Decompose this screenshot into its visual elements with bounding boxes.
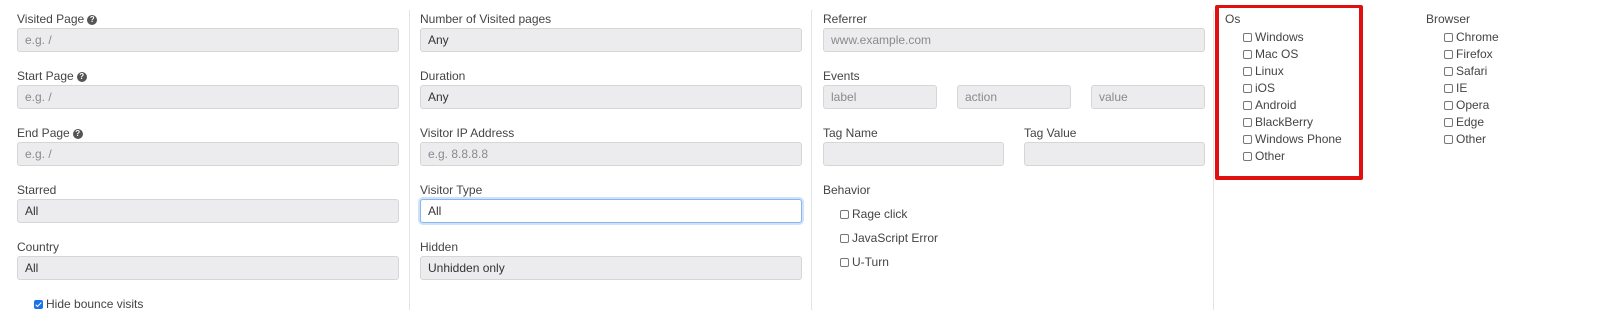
country-label: Country [17, 240, 60, 254]
num-visited-label: Number of Visited pages [420, 12, 552, 26]
checkbox-box[interactable] [840, 257, 849, 267]
checkbox-box[interactable] [1444, 134, 1453, 144]
checkbox-box[interactable] [1444, 117, 1453, 127]
visited-page-label: Visited Page? [17, 12, 98, 26]
browser-option-ie[interactable]: IE [1444, 81, 1467, 95]
hide-bounce-checkbox[interactable]: Hide bounce visits [34, 297, 143, 311]
browser-option-edge[interactable]: Edge [1444, 115, 1484, 129]
checkbox-box[interactable] [1444, 32, 1453, 42]
highlight-box [1215, 5, 1363, 180]
hidden-select[interactable]: Unhidden only [420, 256, 802, 280]
column-divider [409, 10, 410, 310]
checkbox-box[interactable] [1444, 49, 1453, 59]
checkbox-box[interactable] [840, 209, 849, 219]
behavior-javascript-error[interactable]: JavaScript Error [840, 231, 938, 245]
visitor-type-select[interactable]: All [420, 199, 802, 223]
tag-value-input[interactable] [1024, 142, 1205, 166]
referrer-input[interactable]: www.example.com [823, 28, 1205, 52]
start-page-label: Start Page? [17, 69, 87, 83]
num-visited-select[interactable]: Any [420, 28, 802, 52]
browser-option-opera[interactable]: Opera [1444, 98, 1489, 112]
column-divider [811, 10, 812, 310]
end-page-label: End Page? [17, 126, 83, 140]
visitor-type-label: Visitor Type [420, 183, 483, 197]
hidden-label: Hidden [420, 240, 459, 254]
behavior-u-turn[interactable]: U-Turn [840, 255, 889, 269]
end-page-input[interactable]: e.g. / [17, 142, 399, 166]
referrer-label: Referrer [823, 12, 868, 26]
browser-option-other[interactable]: Other [1444, 132, 1486, 146]
tag-name-label: Tag Name [823, 126, 878, 140]
country-select[interactable]: All [17, 256, 399, 280]
browser-option-safari[interactable]: Safari [1444, 64, 1487, 78]
help-icon[interactable]: ? [87, 15, 98, 25]
starred-select[interactable]: All [17, 199, 399, 223]
checkbox-box[interactable] [1444, 66, 1453, 76]
visited-page-input[interactable]: e.g. / [17, 28, 399, 52]
start-page-input[interactable]: e.g. / [17, 85, 399, 109]
behavior-label: Behavior [823, 183, 871, 197]
help-icon[interactable]: ? [72, 129, 83, 139]
event-label-input[interactable]: label [823, 85, 937, 109]
checkbox-box[interactable] [840, 233, 849, 243]
column-divider [1213, 10, 1214, 310]
browser-option-chrome[interactable]: Chrome [1444, 30, 1499, 44]
help-icon[interactable]: ? [76, 72, 87, 82]
event-action-input[interactable]: action [957, 85, 1071, 109]
tag-value-label: Tag Value [1024, 126, 1077, 140]
browser-option-firefox[interactable]: Firefox [1444, 47, 1493, 61]
starred-label: Starred [17, 183, 57, 197]
tag-name-input[interactable] [823, 142, 1004, 166]
visitor-ip-label: Visitor IP Address [420, 126, 515, 140]
event-value-input[interactable]: value [1091, 85, 1205, 109]
duration-label: Duration [420, 69, 466, 83]
browser-label: Browser [1426, 12, 1471, 26]
duration-select[interactable]: Any [420, 85, 802, 109]
events-label: Events [823, 69, 860, 83]
behavior-rage-click[interactable]: Rage click [840, 207, 907, 221]
visitor-ip-input[interactable]: e.g. 8.8.8.8 [420, 142, 802, 166]
checkbox-box[interactable] [1444, 83, 1453, 93]
checkbox-box[interactable] [34, 299, 43, 309]
checkbox-box[interactable] [1444, 100, 1453, 110]
